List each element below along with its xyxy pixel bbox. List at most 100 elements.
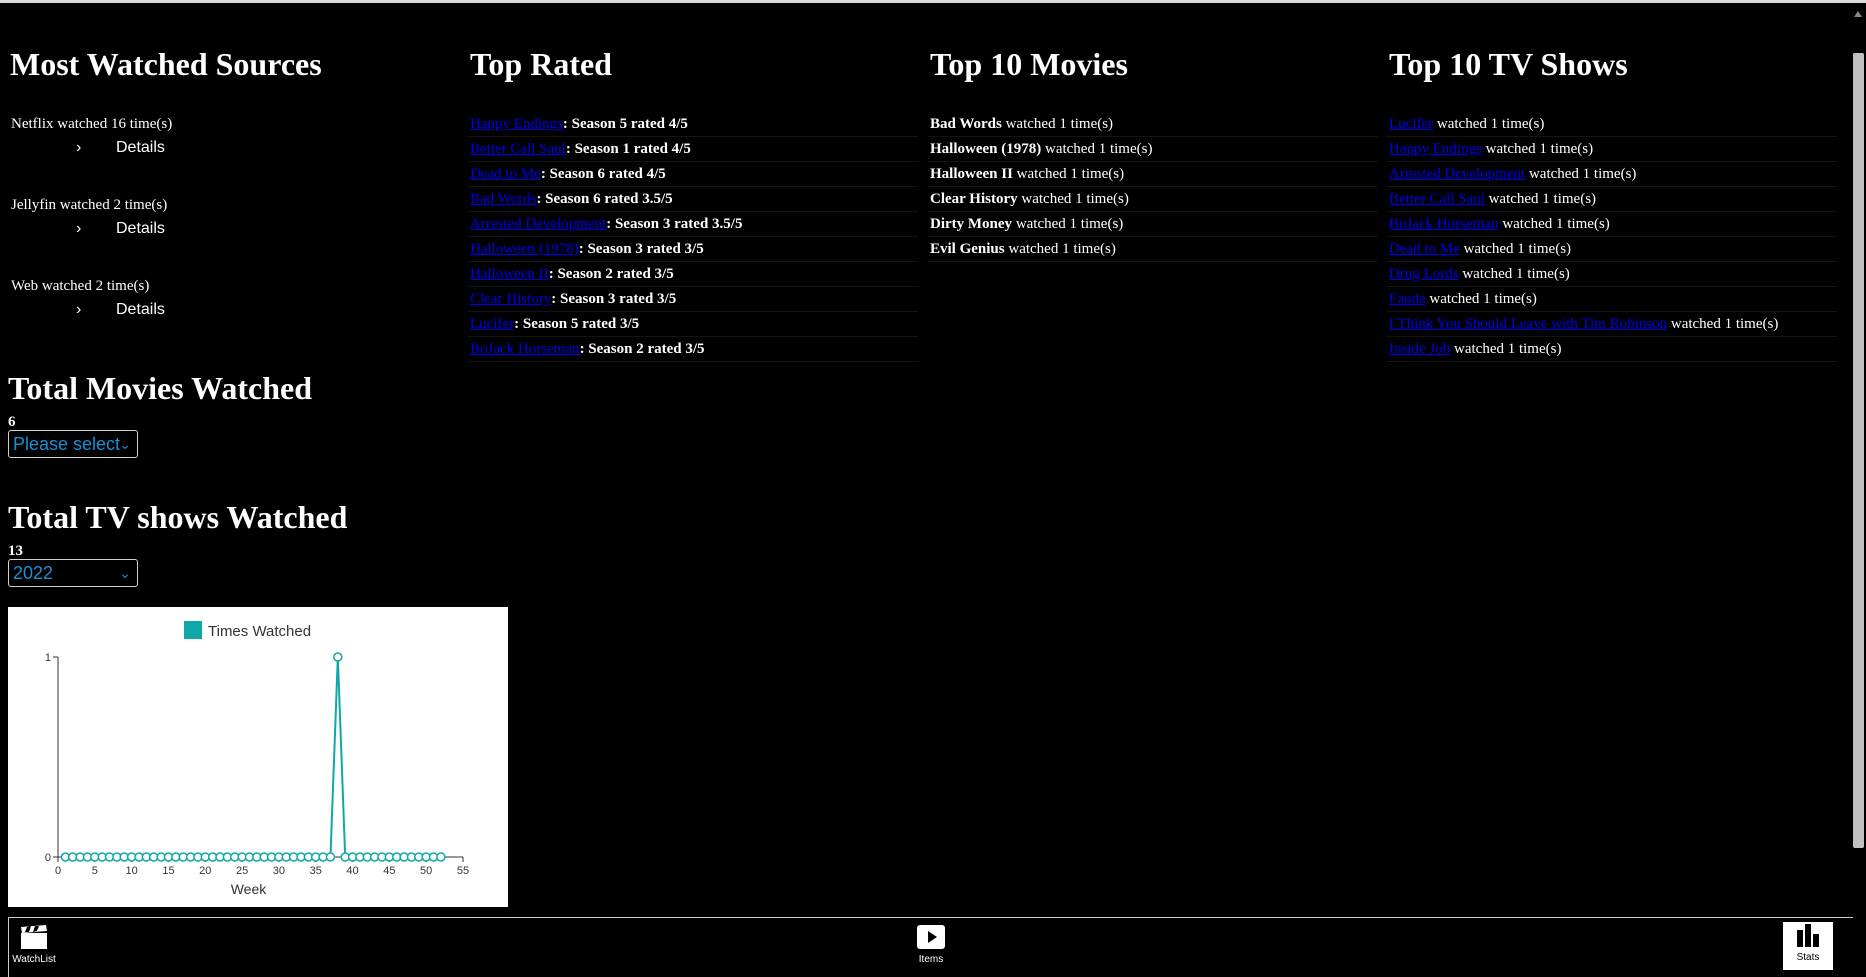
total-tv-title: Total TV shows Watched bbox=[8, 499, 348, 535]
data-point bbox=[333, 652, 343, 662]
nav-watchlist[interactable]: WatchList bbox=[9, 924, 59, 965]
nav-items[interactable]: Items bbox=[906, 924, 956, 965]
x-tick-label: 5 bbox=[92, 865, 98, 877]
details-toggle[interactable]: › Details bbox=[8, 298, 458, 322]
item-info: : Season 6 rated 4/5 bbox=[540, 166, 666, 182]
top-rated-title: Top Rated bbox=[470, 46, 612, 82]
chevron-down-icon: ⌄ bbox=[119, 436, 131, 452]
title-link[interactable]: Bad Words bbox=[470, 191, 536, 207]
total-tv-count: 13 bbox=[8, 543, 23, 559]
source-label: Jellyfin watched 2 time(s) bbox=[11, 197, 168, 213]
details-label: Details bbox=[116, 139, 165, 156]
title-link[interactable]: Clear History bbox=[470, 291, 551, 307]
list-item: Dead to Me: Season 6 rated 4/5 bbox=[468, 162, 918, 187]
list-item: Lucifer: Season 5 rated 3/5 bbox=[468, 312, 918, 337]
list-item: Inside Job watched 1 time(s) bbox=[1387, 337, 1837, 362]
x-tick-label: 25 bbox=[236, 865, 248, 877]
window-top-border bbox=[0, 0, 1866, 3]
list-item: Arrested Development watched 1 time(s) bbox=[1387, 162, 1837, 187]
item-info: : Season 3 rated 3/5 bbox=[578, 241, 704, 257]
details-toggle[interactable]: › Details bbox=[8, 136, 458, 160]
item-info: : Season 6 rated 3.5/5 bbox=[536, 191, 673, 207]
title-link[interactable]: Lucifer bbox=[1389, 116, 1433, 132]
x-tick-label: 50 bbox=[420, 865, 432, 877]
title-link[interactable]: Lucifer bbox=[470, 316, 514, 332]
sources-list: Netflix watched 16 time(s) › Details Jellyf… bbox=[8, 112, 458, 355]
legend-label: Times Watched bbox=[208, 623, 311, 640]
nav-watchlist-label: WatchList bbox=[12, 954, 56, 965]
total-tv-section: Total TV shows Watched 13 2022 ⌄ bbox=[8, 497, 347, 587]
total-movies-section: Total Movies Watched 6 Please select ⌄ bbox=[8, 368, 312, 458]
top-tv-list: Lucifer watched 1 time(s) Happy Endings w… bbox=[1387, 112, 1837, 362]
list-item: I Think You Should Leave with Tim Robins… bbox=[1387, 312, 1837, 337]
item-info: : Season 2 rated 3/5 bbox=[548, 266, 674, 282]
list-item: Clear History: Season 3 rated 3/5 bbox=[468, 287, 918, 312]
list-item: Evil Genius watched 1 time(s) bbox=[928, 237, 1378, 262]
chevron-right-icon: › bbox=[76, 220, 82, 237]
scroll-up-icon[interactable] bbox=[1854, 11, 1862, 17]
x-tick-label: 35 bbox=[310, 865, 322, 877]
chart-svg: Times Watched 0 5 10 15 20 25 30 35 40 45 50 55 0 1 Wee… bbox=[45, 621, 469, 897]
item-info: watched 1 time(s) bbox=[1012, 166, 1125, 182]
title-link[interactable]: Dead to Me bbox=[1389, 241, 1460, 257]
item-info: watched 1 time(s) bbox=[1017, 191, 1129, 207]
item-info: watched 1 time(s) bbox=[1525, 166, 1637, 182]
item-info: : Season 3 rated 3.5/5 bbox=[606, 216, 743, 232]
title-link[interactable]: Better Call Saul bbox=[1389, 191, 1485, 207]
list-item: Halloween (1978): Season 3 rated 3/5 bbox=[468, 237, 918, 262]
item-info: watched 1 time(s) bbox=[1459, 241, 1572, 257]
chevron-right-icon: › bbox=[76, 301, 82, 318]
title-link[interactable]: Arrested Development bbox=[1389, 166, 1525, 182]
x-tick-label: 10 bbox=[126, 865, 138, 877]
movies-filter-select[interactable]: Please select ⌄ bbox=[8, 430, 138, 458]
source-item: Web watched 2 time(s) › Details bbox=[8, 274, 458, 355]
list-item: Clear History watched 1 time(s) bbox=[928, 187, 1378, 212]
list-item: Happy Endings: Season 5 rated 4/5 bbox=[468, 112, 918, 137]
title-text: Halloween (1978) bbox=[930, 141, 1042, 157]
list-item: Bad Words: Season 6 rated 3.5/5 bbox=[468, 187, 918, 212]
list-item: Arrested Development: Season 3 rated 3.5… bbox=[468, 212, 918, 237]
title-link[interactable]: BoJack Horseman bbox=[1389, 216, 1499, 232]
title-link[interactable]: Happy Endings bbox=[470, 116, 563, 132]
details-toggle[interactable]: › Details bbox=[8, 217, 458, 241]
title-link[interactable]: Dead to Me bbox=[470, 166, 541, 182]
x-tick-label: 45 bbox=[383, 865, 395, 877]
title-link[interactable]: Arrested Development bbox=[470, 216, 606, 232]
title-link[interactable]: Inside Job bbox=[1389, 341, 1450, 357]
title-text: Dirty Money bbox=[930, 216, 1013, 232]
scroll-thumb[interactable] bbox=[1853, 53, 1864, 848]
title-link[interactable]: Drug Lords bbox=[1389, 266, 1459, 282]
source-item: Jellyfin watched 2 time(s) › Details bbox=[8, 193, 458, 274]
source-label: Netflix watched 16 time(s) bbox=[11, 116, 173, 132]
item-info: : Season 5 rated 3/5 bbox=[514, 316, 640, 332]
play-icon bbox=[917, 925, 945, 949]
item-info: watched 1 time(s) bbox=[1498, 216, 1610, 232]
nav-stats[interactable]: Stats bbox=[1783, 922, 1833, 970]
times-watched-chart: Times Watched 0 5 10 15 20 25 30 35 40 45 50 55 0 1 Wee… bbox=[8, 607, 508, 907]
title-link[interactable]: Happy Endings bbox=[1389, 141, 1482, 157]
y-tick-label: 0 bbox=[45, 852, 51, 864]
chevron-right-icon: › bbox=[76, 139, 82, 156]
vertical-scrollbar[interactable] bbox=[1852, 3, 1866, 976]
list-item: Halloween (1978) watched 1 time(s) bbox=[928, 137, 1378, 162]
title-link[interactable]: Halloween (1978) bbox=[470, 241, 579, 257]
data-point bbox=[436, 852, 446, 862]
nav-stats-label: Stats bbox=[1796, 952, 1820, 963]
title-link[interactable]: BoJack Horseman bbox=[470, 341, 580, 357]
list-item: Happy Endings watched 1 time(s) bbox=[1387, 137, 1837, 162]
source-item: Netflix watched 16 time(s) › Details bbox=[8, 112, 458, 193]
item-info: watched 1 time(s) bbox=[1425, 291, 1537, 307]
title-link[interactable]: Halloween II bbox=[470, 266, 549, 282]
title-link[interactable]: Fauda bbox=[1389, 291, 1426, 307]
y-tick-label: 1 bbox=[45, 652, 51, 664]
clapperboard-icon bbox=[21, 925, 47, 949]
title-link[interactable]: I Think You Should Leave with Tim Robins… bbox=[1389, 316, 1667, 332]
title-link[interactable]: Better Call Saul bbox=[470, 141, 566, 157]
title-text: Clear History bbox=[930, 191, 1018, 207]
list-item: Dirty Money watched 1 time(s) bbox=[928, 212, 1378, 237]
details-label: Details bbox=[116, 220, 165, 237]
item-info: watched 1 time(s) bbox=[1012, 216, 1124, 232]
top-tv-shows: Top 10 TV Shows Lucifer watched 1 time(s… bbox=[1387, 44, 1837, 362]
tv-year-select[interactable]: 2022 ⌄ bbox=[8, 559, 138, 587]
x-tick-label: 55 bbox=[457, 865, 469, 877]
